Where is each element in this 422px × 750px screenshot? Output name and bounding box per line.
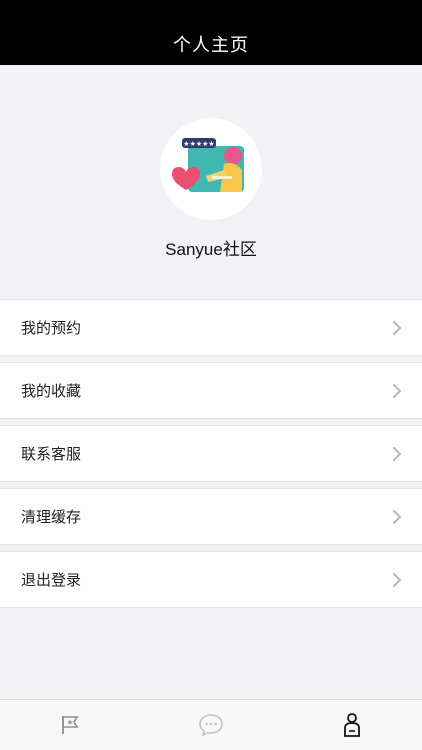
menu-item-label: 退出登录 [21, 572, 82, 589]
chevron-right-icon [393, 509, 402, 524]
menu-item-label: 清理缓存 [21, 509, 82, 526]
menu-item-clear-cache[interactable]: 清理缓存 [0, 488, 422, 545]
menu-item-customer-service[interactable]: 联系客服 [0, 425, 422, 482]
profile-header: ★★★★★ Sanyue社区 [0, 65, 422, 299]
tab-messages[interactable] [141, 700, 282, 750]
page-title: 个人主页 [173, 34, 249, 55]
menu-item-logout[interactable]: 退出登录 [0, 551, 422, 608]
menu-item-favorites[interactable]: 我的收藏 [0, 362, 422, 419]
chat-bubble-icon [199, 714, 223, 737]
tab-profile[interactable] [281, 700, 422, 750]
chevron-right-icon [393, 383, 402, 398]
tab-flag[interactable] [0, 700, 141, 750]
navigation-bar: 个人主页 [0, 22, 422, 65]
person-icon [343, 713, 360, 737]
avatar[interactable]: ★★★★★ [160, 118, 262, 220]
tab-bar [0, 699, 422, 750]
menu-item-label: 我的收藏 [21, 383, 82, 400]
menu-item-label: 联系客服 [21, 446, 82, 463]
menu-item-appointments[interactable]: 我的预约 [0, 299, 422, 356]
status-bar [0, 0, 422, 22]
chevron-right-icon [393, 572, 402, 587]
avatar-illustration-icon: ★★★★★ [172, 138, 244, 192]
menu-item-label: 我的预约 [21, 320, 82, 337]
chevron-right-icon [393, 320, 402, 335]
profile-menu: 我的预约 我的收藏 联系客服 清理缓存 退出登录 [0, 299, 422, 614]
svg-text:★★★★★: ★★★★★ [183, 140, 214, 148]
flag-icon [62, 716, 79, 734]
chevron-right-icon [393, 446, 402, 461]
profile-name: Sanyue社区 [165, 240, 257, 259]
